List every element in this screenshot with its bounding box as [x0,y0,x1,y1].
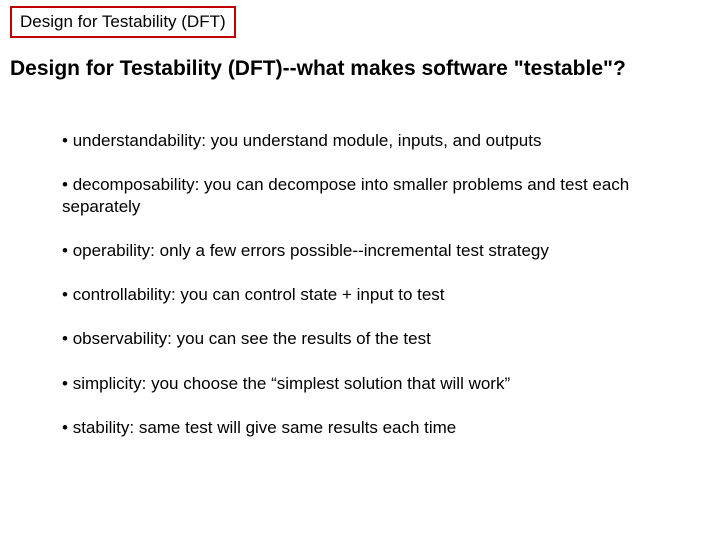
title-box-text: Design for Testability (DFT) [20,12,226,31]
list-item: • controllability: you can control state… [62,284,680,306]
list-item: • stability: same test will give same re… [62,417,680,439]
title-box: Design for Testability (DFT) [10,6,236,38]
bullet-dot-icon: • [62,175,73,194]
bullet-text: decomposability: you can decompose into … [62,175,629,216]
list-item: • observability: you can see the results… [62,328,680,350]
bullet-text: understandability: you understand module… [73,131,542,150]
list-item: • simplicity: you choose the “simplest s… [62,373,680,395]
bullet-text: simplicity: you choose the “simplest sol… [73,374,510,393]
list-item: • understandability: you understand modu… [62,130,680,152]
bullet-dot-icon: • [62,374,73,393]
bullet-dot-icon: • [62,131,73,150]
bullet-text: operability: only a few errors possible-… [73,241,549,260]
list-item: • decomposability: you can decompose int… [62,174,680,218]
bullet-dot-icon: • [62,418,73,437]
bullet-text: stability: same test will give same resu… [73,418,457,437]
heading-text: Design for Testability (DFT)--what makes… [10,57,626,80]
bullet-text: controllability: you can control state +… [73,285,445,304]
bullet-dot-icon: • [62,285,73,304]
page-heading: Design for Testability (DFT)--what makes… [10,56,700,82]
bullet-dot-icon: • [62,329,73,348]
bullet-list: • understandability: you understand modu… [62,130,680,461]
bullet-text: observability: you can see the results o… [73,329,431,348]
list-item: • operability: only a few errors possibl… [62,240,680,262]
bullet-dot-icon: • [62,241,73,260]
